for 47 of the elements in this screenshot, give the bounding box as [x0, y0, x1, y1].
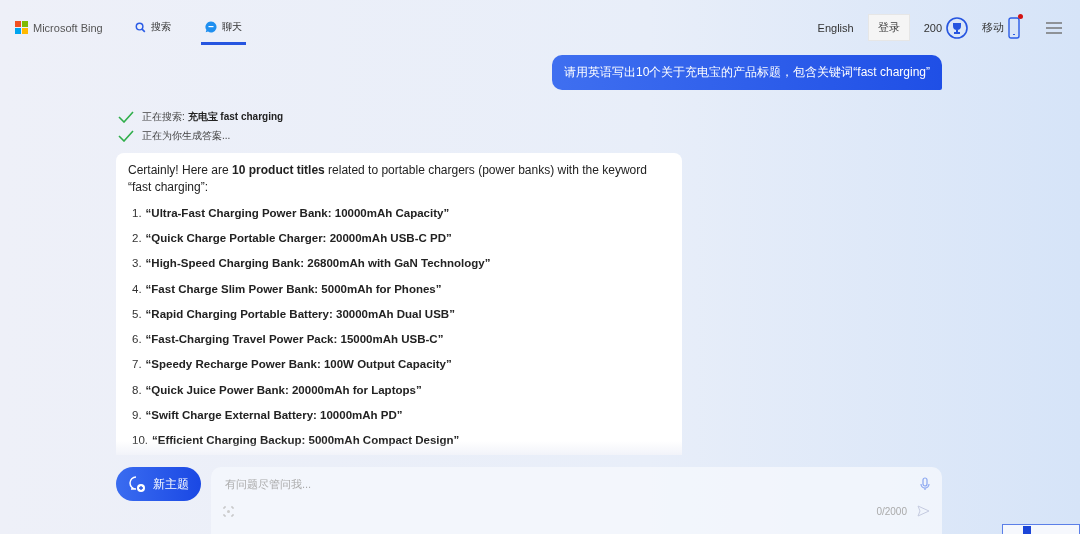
product-title: “Quick Charge Portable Charger: 20000mAh USB-C PD”	[145, 231, 452, 244]
check-icon	[118, 130, 134, 142]
list-number: 1.	[132, 206, 142, 219]
send-icon[interactable]	[917, 505, 930, 517]
product-title: “Speedy Recharge Power Bank: 100W Output Capacity”	[145, 358, 452, 371]
list-number: 4.	[132, 282, 142, 295]
microphone-icon[interactable]	[920, 477, 930, 491]
product-title: “Fast Charge Slim Power Bank: 5000mAh for Phones”	[145, 282, 442, 295]
list-number: 7.	[132, 358, 142, 371]
list-number: 8.	[132, 383, 142, 396]
product-title: “Rapid Charging Portable Battery: 30000mAh Dual USB”	[145, 307, 455, 320]
answer-intro: Certainly! Here are 10 product titles related to portable chargers (power banks) with the keyword “fast charging”:	[128, 162, 648, 196]
menu-icon[interactable]	[1046, 21, 1062, 34]
user-message: 请用英语写出10个关于充电宝的产品标题，包含关键词“fast charging”	[551, 55, 942, 90]
points-count: 200	[923, 21, 942, 34]
product-title: “High-Speed Charging Bank: 26800mAh with GaN Technology”	[145, 257, 491, 270]
product-title: “Fast-Charging Travel Power Pack: 15000mAh USB-C”	[145, 333, 444, 346]
logo-text: Microsoft Bing	[33, 21, 103, 34]
login-button[interactable]: 登录	[867, 14, 910, 41]
status-text: 正在为你生成答案...	[142, 129, 231, 143]
language-link[interactable]: English	[817, 21, 854, 34]
list-number: 2.	[132, 231, 142, 244]
character-counter: 0/2000	[876, 505, 907, 517]
chat-bubble-icon	[204, 21, 217, 33]
list-number: 5.	[132, 307, 142, 320]
trophy-icon[interactable]	[946, 16, 968, 39]
windows-logo-icon	[15, 21, 28, 34]
scan-icon[interactable]	[223, 505, 234, 517]
nav-tab[interactable]: 搜索	[130, 10, 175, 45]
product-title: “Quick Juice Power Bank: 20000mAh for Laptops”	[145, 383, 422, 396]
chat-input-field[interactable]: 有问题尽管问我...	[223, 477, 910, 491]
check-icon	[118, 111, 134, 123]
new-topic-button[interactable]: 新主题	[116, 467, 201, 501]
phone-icon[interactable]	[1008, 16, 1020, 39]
product-title: “Swift Charge External Battery: 10000mAh PD”	[145, 409, 403, 421]
nav-tab[interactable]: 聊天	[200, 10, 246, 45]
feedback-tab[interactable]	[1002, 524, 1080, 534]
product-title: “Ultra-Fast Charging Power Bank: 10000mAh Capacity”	[145, 206, 450, 219]
mobile-label[interactable]: 移动	[982, 20, 1004, 35]
list-number: 6.	[132, 333, 142, 346]
product-title: “Efficient Charging Backup: 5000mAh Compact Design”	[152, 434, 460, 447]
list-number: 9.	[132, 409, 142, 421]
status-text: 正在搜索: 充电宝 fast charging	[142, 110, 284, 124]
chat-plus-icon	[128, 475, 146, 493]
list-number: 3.	[132, 257, 142, 270]
list-number: 10.	[132, 434, 148, 447]
search-icon	[134, 21, 146, 33]
